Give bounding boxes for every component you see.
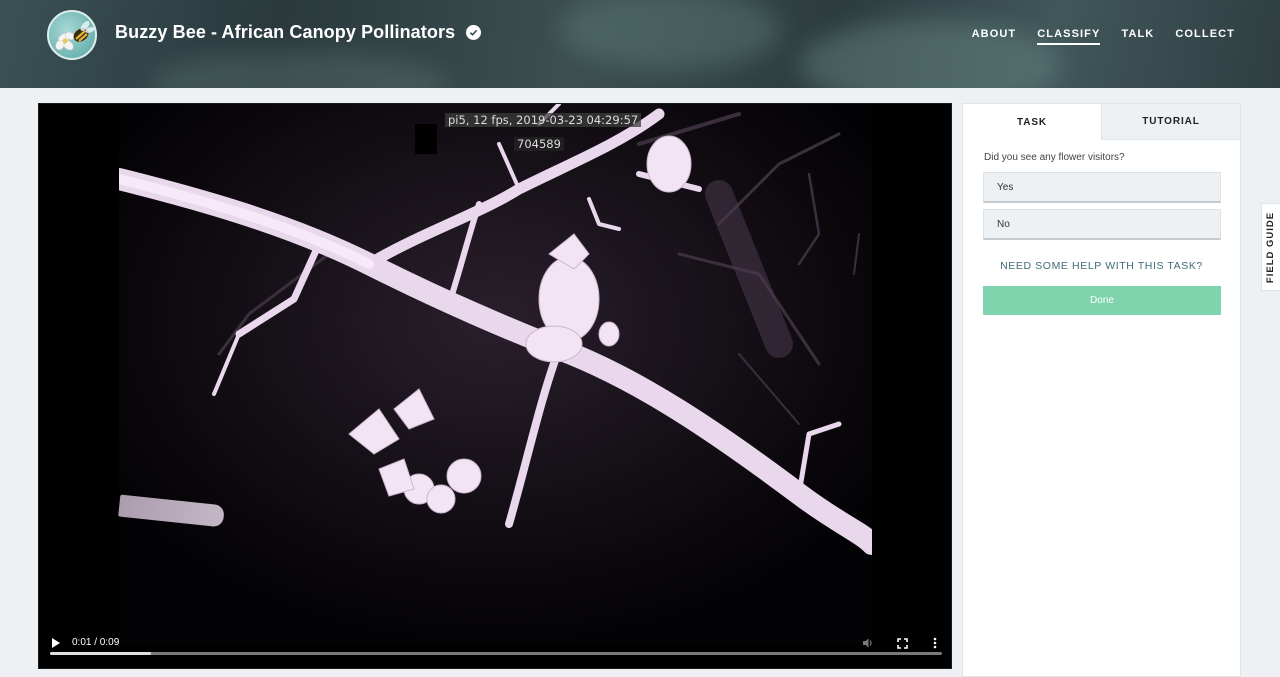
project-avatar[interactable] — [47, 10, 97, 60]
done-button[interactable]: Done — [983, 286, 1221, 315]
video-frame: pi5, 12 fps, 2019-03-23 04:29:57 704589 — [119, 104, 872, 644]
project-title[interactable]: Buzzy Bee - African Canopy Pollinators — [115, 22, 455, 43]
task-question: Did you see any flower visitors? — [984, 152, 1125, 163]
project-header: Buzzy Bee - African Canopy Pollinators A… — [0, 0, 1280, 88]
fullscreen-icon[interactable] — [896, 637, 908, 649]
more-options-icon[interactable] — [930, 637, 940, 649]
video-timestamp-overlay: pi5, 12 fps, 2019-03-23 04:29:57 — [445, 113, 642, 127]
volume-icon[interactable] — [862, 637, 874, 649]
video-frame-number-overlay: 704589 — [514, 137, 564, 151]
subject-video-player[interactable]: pi5, 12 fps, 2019-03-23 04:29:57 704589 … — [38, 103, 952, 669]
nav-classify[interactable]: CLASSIFY — [1037, 28, 1101, 45]
video-progress-bar[interactable] — [50, 652, 942, 655]
project-nav: ABOUT CLASSIFY TALK COLLECT — [951, 28, 1235, 45]
nav-talk[interactable]: TALK — [1121, 28, 1154, 45]
bee-flower-logo-icon — [55, 21, 95, 51]
task-tabs: TASK TUTORIAL — [963, 104, 1240, 140]
play-icon[interactable] — [51, 638, 61, 648]
video-frame-image — [119, 104, 872, 644]
video-time: 0:01 / 0:09 — [72, 637, 120, 648]
nav-about[interactable]: ABOUT — [972, 28, 1017, 45]
nav-collect[interactable]: COLLECT — [1175, 28, 1235, 45]
answer-no-button[interactable]: No — [983, 209, 1221, 240]
task-help-link[interactable]: NEED SOME HELP WITH THIS TASK? — [963, 260, 1240, 272]
field-guide-tab[interactable]: FIELD GUIDE — [1261, 203, 1280, 291]
tab-task[interactable]: TASK — [963, 104, 1101, 140]
verified-badge-icon — [466, 25, 482, 40]
field-guide-label: FIELD GUIDE — [1265, 211, 1277, 283]
classification-task-panel: TASK TUTORIAL Did you see any flower vis… — [962, 103, 1241, 677]
header-background-blob — [150, 50, 450, 88]
tab-tutorial[interactable]: TUTORIAL — [1101, 104, 1240, 140]
project-title-wrap: Buzzy Bee - African Canopy Pollinators — [115, 22, 482, 43]
video-controls: 0:01 / 0:09 — [39, 618, 951, 668]
answer-yes-button[interactable]: Yes — [983, 172, 1221, 203]
header-background-blob — [560, 0, 780, 70]
video-progress-fill — [50, 652, 151, 655]
